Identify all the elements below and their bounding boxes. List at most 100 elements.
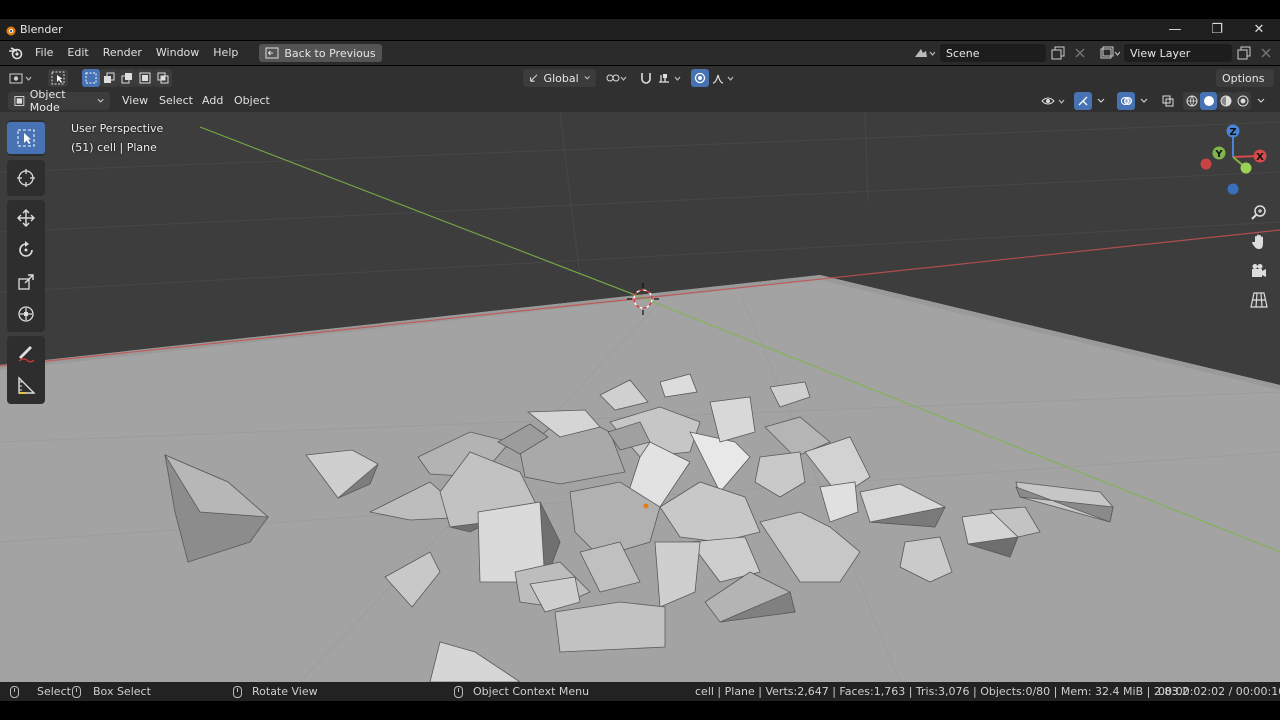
mouse-left-icon — [10, 685, 19, 698]
viewport-scene[interactable] — [0, 112, 1280, 682]
select-mode-invert-icon[interactable] — [136, 69, 154, 87]
shading-dropdown-icon[interactable] — [1254, 92, 1268, 110]
object-mode-dropdown[interactable]: Object Mode — [8, 88, 110, 114]
xray-toggle-icon[interactable] — [1159, 92, 1177, 110]
scene-browse-icon[interactable] — [910, 44, 938, 62]
playback-time: 00:00:02:02 / 00:00:10:0 — [1158, 685, 1280, 698]
chevron-down-icon — [584, 76, 590, 80]
move-tool-icon[interactable] — [7, 202, 45, 234]
pan-hand-icon[interactable] — [1246, 229, 1272, 255]
back-to-previous-label: Back to Previous — [284, 46, 376, 60]
status-select-label: Select — [37, 685, 71, 698]
rotate-tool-icon[interactable] — [7, 234, 45, 266]
blender-menu-icon[interactable] — [2, 41, 28, 65]
chevron-down-icon — [97, 98, 104, 103]
active-tool-select-icon[interactable] — [48, 69, 68, 87]
snap-toggle-icon[interactable] — [636, 69, 656, 87]
viewport-header: Object Mode View Select Add Object — [0, 88, 1280, 114]
navigation-buttons — [1246, 200, 1272, 316]
tool-group-annotate — [7, 336, 45, 404]
visibility-icon[interactable] — [1040, 92, 1070, 110]
select-box-tool-icon[interactable] — [7, 122, 45, 154]
pivot-point-icon[interactable] — [604, 69, 632, 87]
scene-name-field[interactable]: Scene — [940, 44, 1046, 62]
shading-material-icon[interactable] — [1217, 92, 1234, 110]
minimize-button[interactable]: — — [1154, 19, 1196, 40]
delete-scene-icon[interactable] — [1070, 44, 1090, 62]
view-layer-selector: View Layer — [1098, 44, 1276, 62]
blender-window: Blender — ❐ ✕ File Edit Render Window He… — [0, 0, 1280, 720]
tool-header: Global Options — [0, 66, 1280, 90]
gizmo-toggle-icon[interactable] — [1074, 92, 1092, 110]
maximize-button[interactable]: ❐ — [1196, 19, 1238, 40]
scale-tool-icon[interactable] — [7, 266, 45, 298]
scene-statistics: cell | Plane | Verts:2,647 | Faces:1,763… — [695, 685, 1189, 698]
status-select-hint: Select — [10, 682, 71, 701]
tool-shelf — [7, 120, 45, 408]
mouse-right-icon — [454, 685, 463, 698]
new-scene-icon[interactable] — [1048, 44, 1068, 62]
top-menu-bar: File Edit Render Window Help Back to Pre… — [0, 41, 1280, 65]
menu-window[interactable]: Window — [149, 41, 206, 65]
tool-group-select — [7, 120, 45, 156]
select-mode-intersect-icon[interactable] — [154, 69, 172, 87]
menu-file[interactable]: File — [28, 41, 60, 65]
proportional-falloff-icon[interactable] — [711, 69, 739, 87]
view-layer-browse-icon[interactable] — [1098, 44, 1122, 62]
delete-view-layer-icon[interactable] — [1256, 44, 1276, 62]
status-box-select-hint: Box Select — [72, 682, 151, 701]
active-object-label: (51) cell | Plane — [71, 141, 157, 154]
scene-selector: Scene — [910, 44, 1090, 62]
new-view-layer-icon[interactable] — [1234, 44, 1254, 62]
viewport-menu-object[interactable]: Object — [228, 92, 276, 110]
editor-type-icon[interactable] — [8, 69, 36, 87]
status-box-select-label: Box Select — [93, 685, 151, 698]
viewport-menu-select[interactable]: Select — [153, 92, 199, 110]
view-layer-name-field[interactable]: View Layer — [1124, 44, 1232, 62]
shading-solid-icon[interactable] — [1200, 92, 1217, 110]
overlays-toggle-icon[interactable] — [1117, 92, 1135, 110]
menu-edit[interactable]: Edit — [60, 41, 95, 65]
object-mode-icon — [14, 96, 25, 106]
cursor-tool-icon[interactable] — [7, 162, 45, 194]
overlays-dropdown-icon[interactable] — [1137, 92, 1151, 110]
mouse-middle-icon — [233, 685, 242, 698]
orientation-global-icon — [530, 74, 538, 82]
shading-wireframe-icon[interactable] — [1183, 92, 1200, 110]
perspective-ortho-icon[interactable] — [1246, 287, 1272, 313]
perspective-label: User Perspective — [71, 122, 164, 135]
shading-rendered-icon[interactable] — [1234, 92, 1251, 110]
scene-name: Scene — [946, 46, 980, 60]
snap-target-icon[interactable] — [656, 69, 686, 87]
gizmo-y-label: Y — [1214, 149, 1223, 160]
select-mode-extend-icon[interactable] — [100, 69, 118, 87]
options-dropdown[interactable]: Options — [1216, 69, 1274, 87]
select-mode-subtract-icon[interactable] — [118, 69, 136, 87]
menu-help[interactable]: Help — [206, 41, 245, 65]
object-origin-dot — [643, 503, 649, 509]
status-bar: Select Box Select Rotate View Object Con… — [0, 682, 1280, 701]
camera-view-icon[interactable] — [1246, 258, 1272, 284]
proportional-editing-icon[interactable] — [691, 69, 709, 87]
3d-viewport[interactable]: User Perspective (51) cell | Plane — [0, 112, 1280, 682]
gizmo-x-label: X — [1256, 152, 1264, 163]
menu-render[interactable]: Render — [96, 41, 149, 65]
status-context-menu-label: Object Context Menu — [473, 685, 590, 698]
viewport-menu-add[interactable]: Add — [196, 92, 229, 110]
mouse-drag-icon — [72, 685, 81, 698]
blender-logo-icon — [6, 26, 16, 35]
transform-tool-icon[interactable] — [7, 298, 45, 330]
measure-tool-icon[interactable] — [7, 370, 45, 402]
options-label: Options — [1222, 71, 1265, 85]
close-button[interactable]: ✕ — [1238, 19, 1280, 40]
back-to-previous-button[interactable]: Back to Previous — [259, 44, 382, 62]
transform-orientation-dropdown[interactable]: Global — [523, 69, 596, 87]
zoom-icon[interactable] — [1246, 200, 1272, 226]
viewport-menu-view[interactable]: View — [116, 92, 154, 110]
status-context-menu-hint: Object Context Menu — [454, 682, 589, 701]
select-mode-new-icon[interactable] — [82, 69, 100, 87]
annotate-tool-icon[interactable] — [7, 338, 45, 370]
navigation-gizmo[interactable]: Z X Y — [1196, 120, 1270, 200]
gizmo-dropdown-icon[interactable] — [1094, 92, 1108, 110]
tool-group-cursor — [7, 160, 45, 196]
